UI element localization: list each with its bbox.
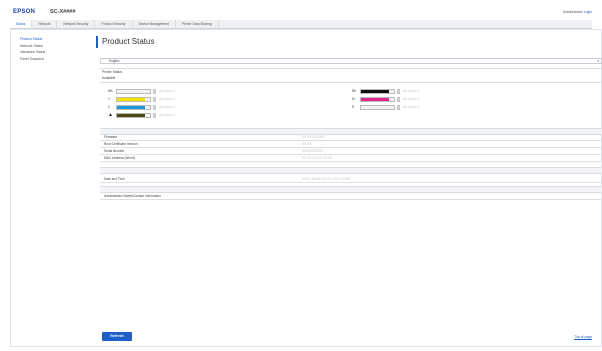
ink-reference: SC-XXXX-X [159, 113, 176, 117]
ink-row: M SC-XXXX-X [352, 96, 419, 102]
maintenance-indicator [153, 88, 156, 94]
maintenance-indicator [153, 104, 156, 110]
tab-status[interactable]: Status [10, 20, 33, 28]
tab-device-management[interactable]: Device Management [133, 20, 176, 28]
ink-level-fill [361, 89, 390, 93]
ink-reference: SC-XXXX-X [403, 105, 420, 109]
tab-printer-data-sharing[interactable]: Printer Data Sharing [176, 20, 219, 28]
row-key: Administrator Name/Contact Information [104, 194, 161, 198]
section-divider [100, 167, 602, 174]
ink-code: MK [108, 89, 113, 93]
ink-level-bar [116, 96, 151, 102]
warning-icon: ▲ [108, 112, 113, 118]
header-bar: EPSON SC-X#### Administrator Login [0, 0, 602, 20]
ink-level-bar [116, 104, 151, 110]
login-link[interactable]: Login [584, 10, 592, 14]
divider [100, 68, 602, 69]
row-value: XX:XX:XX:XX:XX:XX [302, 156, 332, 160]
model-name: SC-X#### [50, 9, 76, 15]
sidebar-item-product-status[interactable]: Product Status [20, 37, 80, 41]
sidebar-item-hardware-status[interactable]: Hardware Status [20, 50, 80, 54]
refresh-button[interactable]: Refresh [102, 332, 132, 341]
sidebar-item-panel-snapshot[interactable]: Panel Snapshot [20, 57, 80, 61]
ink-reference: SC-XXXX-X [159, 97, 176, 101]
page-title: Product Status [96, 36, 154, 48]
ink-reference: SC-XXXX-X [159, 105, 176, 109]
ink-row: ▲ SC-XXXX-X [108, 112, 175, 118]
ink-level-bar [116, 88, 151, 94]
row-value: XX.XX.XX.XXX [302, 135, 324, 139]
admin-contact-row: Administrator Name/Contact Information [100, 192, 602, 200]
row-value: XXXX-XX-XX XX:XX UTC+XX:XX [302, 177, 351, 181]
row-key: Firmware [104, 135, 118, 139]
maintenance-indicator [397, 88, 400, 94]
ink-code: Y [108, 97, 111, 101]
row-key: Serial Number [104, 149, 125, 153]
ink-reference: SC-XXXX-X [403, 89, 420, 93]
ink-code: BK [352, 89, 357, 93]
tab-bar: Status Network Network Security Product … [10, 20, 592, 29]
chevron-down-icon: ▾ [597, 59, 599, 63]
divider [100, 82, 602, 83]
row-value: XX.XX [302, 142, 312, 146]
row-key: Date and Time [104, 177, 125, 181]
maintenance-indicator [153, 112, 156, 118]
row-value: XXXXXXXXXX [302, 149, 324, 153]
ink-level-bar [360, 104, 395, 110]
ink-level-fill [361, 97, 390, 101]
tab-network[interactable]: Network [32, 20, 58, 28]
row-key: MAC Address (Wired) [104, 156, 135, 160]
maintenance-indicator [153, 96, 156, 102]
top-of-page-link[interactable]: Top of page [574, 335, 592, 339]
ink-level-fill [117, 113, 146, 117]
sidebar-item-network-status[interactable]: Network Status [20, 44, 80, 48]
sidebar: Product Status Network Status Hardware S… [20, 37, 80, 63]
ink-level-bar [360, 88, 395, 94]
printer-status-value: Available [102, 76, 116, 80]
row-key: Root Certificate Version [104, 142, 138, 146]
language-select[interactable]: English ▾ [100, 58, 602, 64]
ink-level-fill [117, 97, 146, 101]
language-value: English [109, 59, 120, 63]
ink-level-bar [116, 112, 151, 118]
tab-product-security[interactable]: Product Security [95, 20, 133, 28]
printer-status-label: Printer Status [102, 70, 122, 74]
ink-row: BK SC-XXXX-X [352, 88, 419, 94]
info-row: MAC Address (Wired) XX:XX:XX:XX:XX:XX [100, 154, 602, 162]
ink-row: C SC-XXXX-X [108, 104, 175, 110]
ink-reference: SC-XXXX-X [403, 97, 420, 101]
ink-row: R SC-XXXX-X [352, 104, 419, 110]
admin-area: Administrator Login [563, 10, 592, 14]
ink-code: M [352, 97, 355, 101]
maintenance-indicator [397, 96, 400, 102]
date-row: Date and Time XXXX-XX-XX XX:XX UTC+XX:XX [100, 175, 602, 183]
ink-code: C [108, 105, 111, 109]
maintenance-indicator [397, 104, 400, 110]
ink-level-bar [360, 96, 395, 102]
ink-row: Y SC-XXXX-X [108, 96, 175, 102]
brand-logo: EPSON [13, 9, 36, 15]
ink-row: MK SC-XXXX-X [108, 88, 175, 94]
admin-label: Administrator [562, 10, 583, 14]
ink-reference: SC-XXXX-X [159, 89, 176, 93]
ink-code: R [352, 105, 355, 109]
tab-network-security[interactable]: Network Security [57, 20, 96, 28]
ink-level-fill [117, 105, 146, 109]
